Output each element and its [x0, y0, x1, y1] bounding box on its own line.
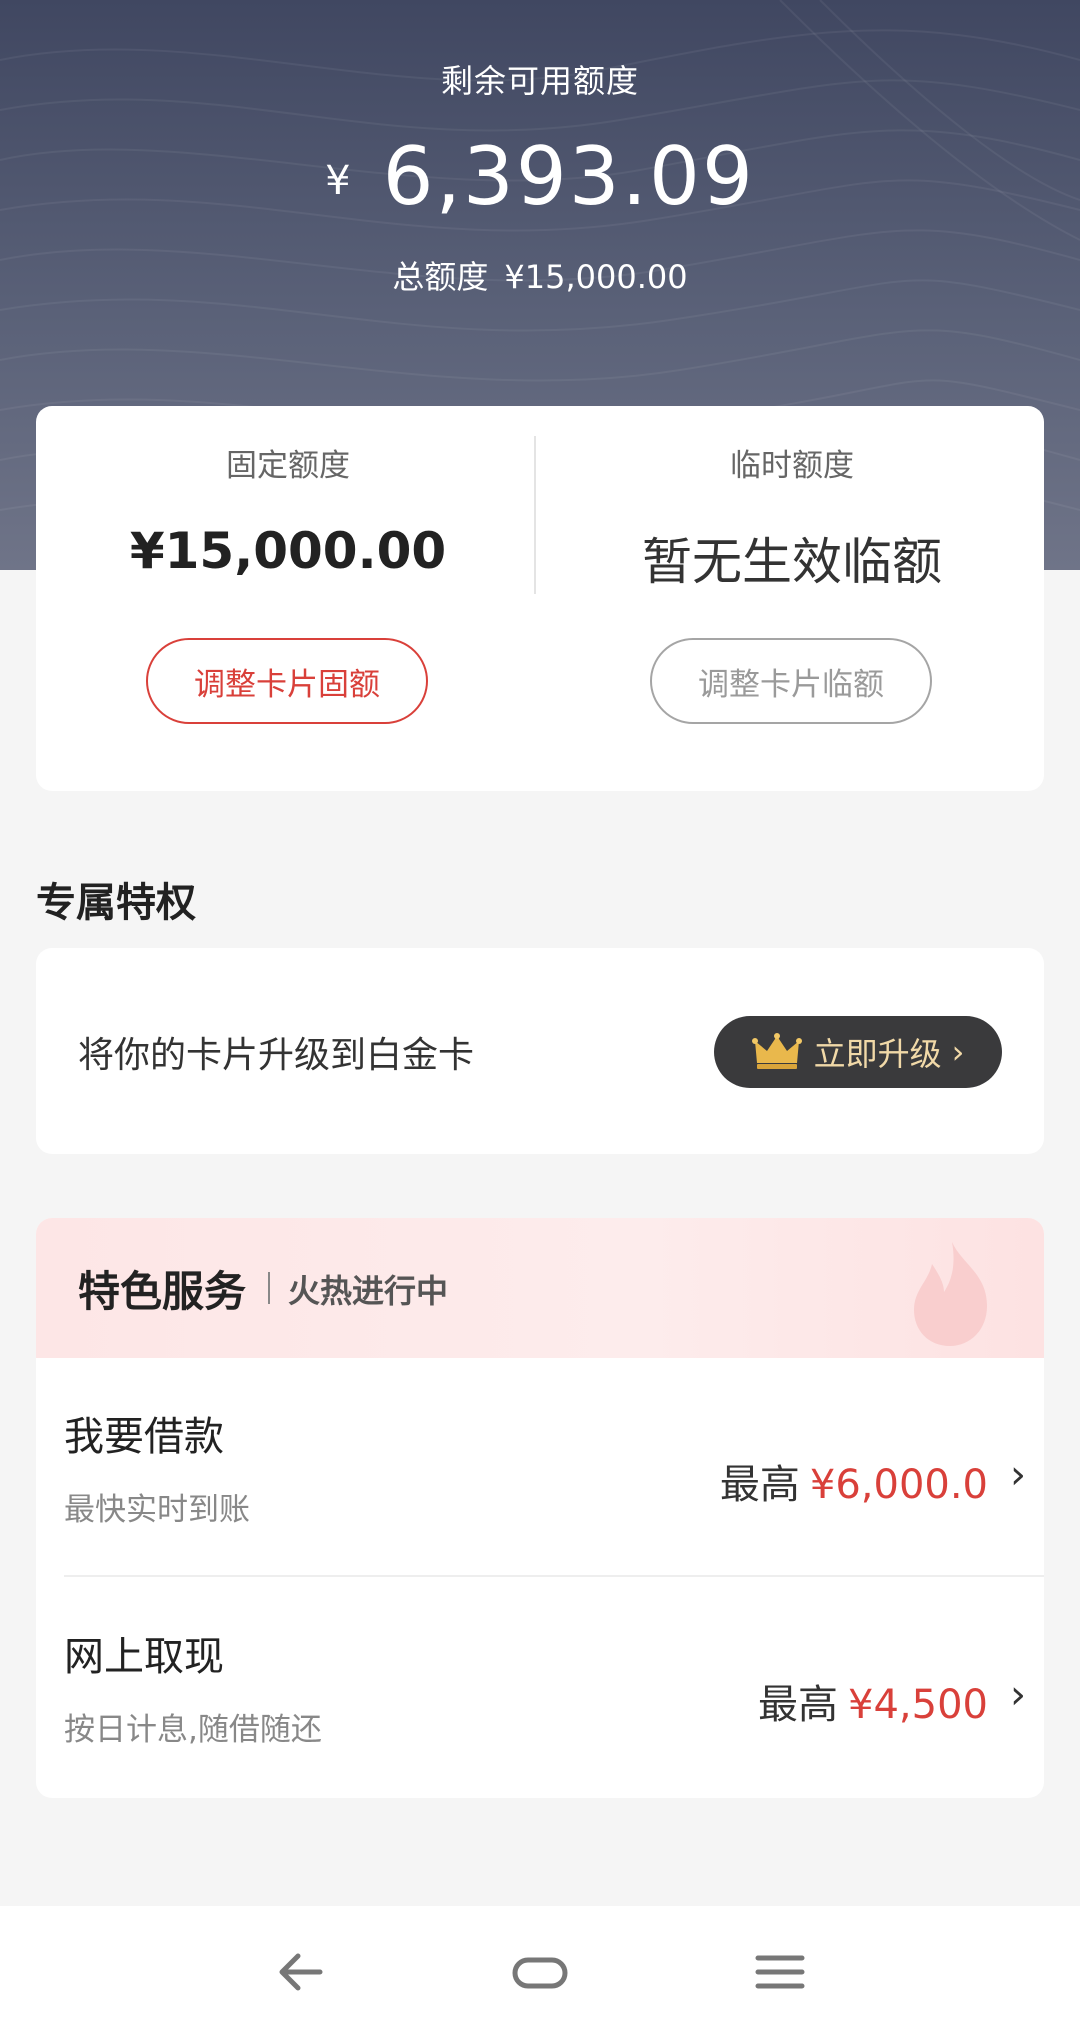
limit-divider [534, 436, 536, 594]
special-services-header: 特色服务 火热进行中 [36, 1218, 1044, 1358]
service-item-desc: 按日计息,随借随还 [64, 1712, 322, 1748]
row-divider [64, 1575, 1044, 1577]
limit-card: 固定额度 ¥15,000.00 调整卡片固额 临时额度 暂无生效临额 调整卡片临… [36, 406, 1044, 791]
temporary-limit-value: 暂无生效临额 [642, 533, 942, 591]
special-services-card: 特色服务 火热进行中 我要借款 最快实时到账 最高 ¥6,000.0 › 网上取现… [36, 1218, 1044, 1798]
available-limit-label: 剩余可用额度 [440, 62, 639, 100]
upgrade-card[interactable]: 将你的卡片升级到白金卡 立即升级 › [36, 948, 1044, 1154]
chevron-right-icon: › [1010, 1452, 1026, 1498]
upgrade-now-button[interactable]: 立即升级 › [714, 1016, 1002, 1088]
temporary-limit-title: 临时额度 [730, 448, 854, 484]
back-icon[interactable] [270, 1942, 330, 2002]
crown-icon [751, 1033, 802, 1069]
special-services-subtitle: 火热进行中 [288, 1272, 449, 1310]
temporary-limit-section: 临时额度 暂无生效临额 调整卡片临额 [540, 406, 1044, 791]
fixed-limit-section: 固定额度 ¥15,000.00 调整卡片固额 [36, 406, 540, 791]
fixed-limit-value: ¥15,000.00 [129, 522, 447, 580]
upgrade-button-label: 立即升级 [813, 1035, 942, 1073]
service-item-cash-withdrawal[interactable]: 网上取现 按日计息,随借随还 最高 ¥4,500 › [36, 1578, 1044, 1798]
total-limit-label: 总额度 [392, 258, 489, 296]
total-limit: 总额度 ¥15,000.00 [0, 252, 1080, 298]
fixed-limit-title: 固定额度 [226, 448, 350, 484]
amount-value: ¥4,500 [848, 1682, 988, 1728]
chevron-right-icon: › [951, 1033, 965, 1071]
service-item-amount: 最高 ¥6,000.0 [720, 1452, 988, 1510]
amount-value: ¥6,000.0 [809, 1462, 988, 1508]
privilege-section-title: 专属特权 [36, 880, 196, 926]
currency-symbol: ¥ [325, 158, 353, 204]
service-item-borrow[interactable]: 我要借款 最快实时到账 最高 ¥6,000.0 › [36, 1358, 1044, 1578]
service-item-name: 我要借款 [64, 1414, 224, 1460]
total-limit-value: ¥15,000.00 [504, 258, 688, 296]
service-item-amount: 最高 ¥4,500 [758, 1672, 988, 1730]
amount-prefix: 最高 [758, 1682, 839, 1728]
credit-limit-page: 剩余可用额度 ¥6,393.09 总额度 ¥15,000.00 固定额度 ¥15,… [0, 0, 1080, 2032]
home-icon[interactable] [510, 1942, 570, 2002]
amount-prefix: 最高 [719, 1462, 800, 1508]
chevron-right-icon: › [1010, 1672, 1026, 1718]
available-limit-amount: ¥6,393.09 [0, 130, 1080, 223]
adjust-fixed-limit-button[interactable]: 调整卡片固额 [146, 638, 428, 724]
flame-icon [914, 1242, 987, 1346]
special-services-title: 特色服务 [78, 1267, 247, 1316]
system-nav-bar [0, 1906, 1080, 2032]
upgrade-text: 将你的卡片升级到白金卡 [78, 1035, 475, 1076]
service-item-desc: 最快实时到账 [64, 1492, 250, 1528]
menu-icon[interactable] [750, 1942, 810, 2002]
adjust-temporary-limit-button[interactable]: 调整卡片临额 [650, 638, 932, 724]
available-amount-value: 6,393.09 [382, 130, 755, 223]
service-item-name: 网上取现 [64, 1634, 224, 1680]
title-separator [268, 1272, 270, 1304]
